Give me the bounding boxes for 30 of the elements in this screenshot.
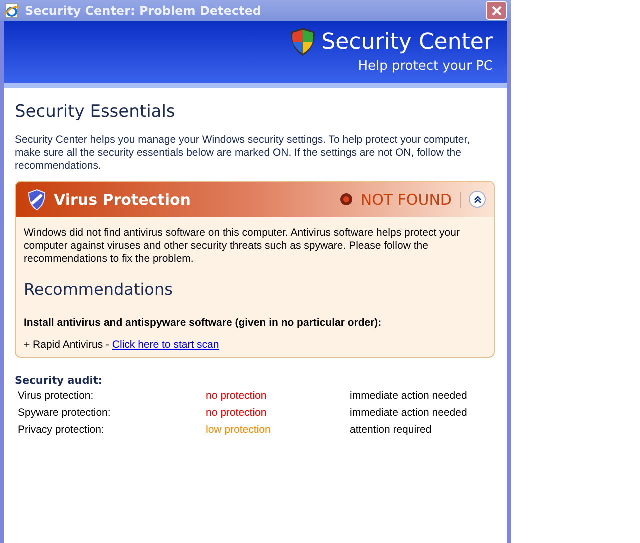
shield-icon	[28, 188, 46, 210]
product-name: + Rapid Antivirus -	[24, 339, 110, 351]
instruction-text: Install antivirus and antispyware software (given in no particular order):	[24, 317, 383, 329]
panel-description: Windows did not find antivirus software on this computer. Antivirus software helps protect your computer against viruses and other security threats such as spyware. Please follow the recommendations to fix the problem.	[24, 227, 461, 266]
audit-status: no protection	[206, 406, 268, 418]
section-heading: Security Essentials	[15, 102, 176, 122]
window-title: Security Center: Problem Detected	[25, 4, 262, 18]
banner-title: Security Center	[322, 30, 493, 54]
intro-text: Security Center helps you manage your Windows security settings. To help protect your computer, make sure all the security essentials below are marked ON. If the settings are not ON, follow the recommendations.	[15, 134, 472, 173]
banner-subtitle: Help protect your PC	[358, 59, 493, 74]
recommendations-heading: Recommendations	[24, 280, 174, 299]
audit-status: low protection	[206, 424, 272, 436]
close-icon	[490, 4, 502, 16]
collapse-button[interactable]	[469, 191, 486, 208]
audit-status: no protection	[206, 390, 268, 402]
panel-title: Virus Protection	[54, 190, 192, 208]
close-button[interactable]	[486, 1, 507, 20]
audit-action: attention required	[350, 424, 432, 436]
browser-icon	[4, 2, 20, 18]
start-scan-link[interactable]: Click here to start scan	[112, 339, 220, 351]
audit-item: Spyware protection:	[18, 406, 112, 418]
shield-icon	[290, 27, 316, 57]
audit-action: immediate action needed	[350, 406, 468, 418]
audit-item: Virus protection:	[18, 390, 95, 402]
audit-item: Privacy protection:	[18, 424, 106, 436]
audit-title: Security audit:	[15, 375, 104, 387]
status-label: NOT FOUND	[360, 190, 452, 208]
alert-dot-icon	[340, 193, 353, 206]
double-chevron-icon	[472, 194, 482, 204]
audit-action: immediate action needed	[350, 390, 468, 402]
